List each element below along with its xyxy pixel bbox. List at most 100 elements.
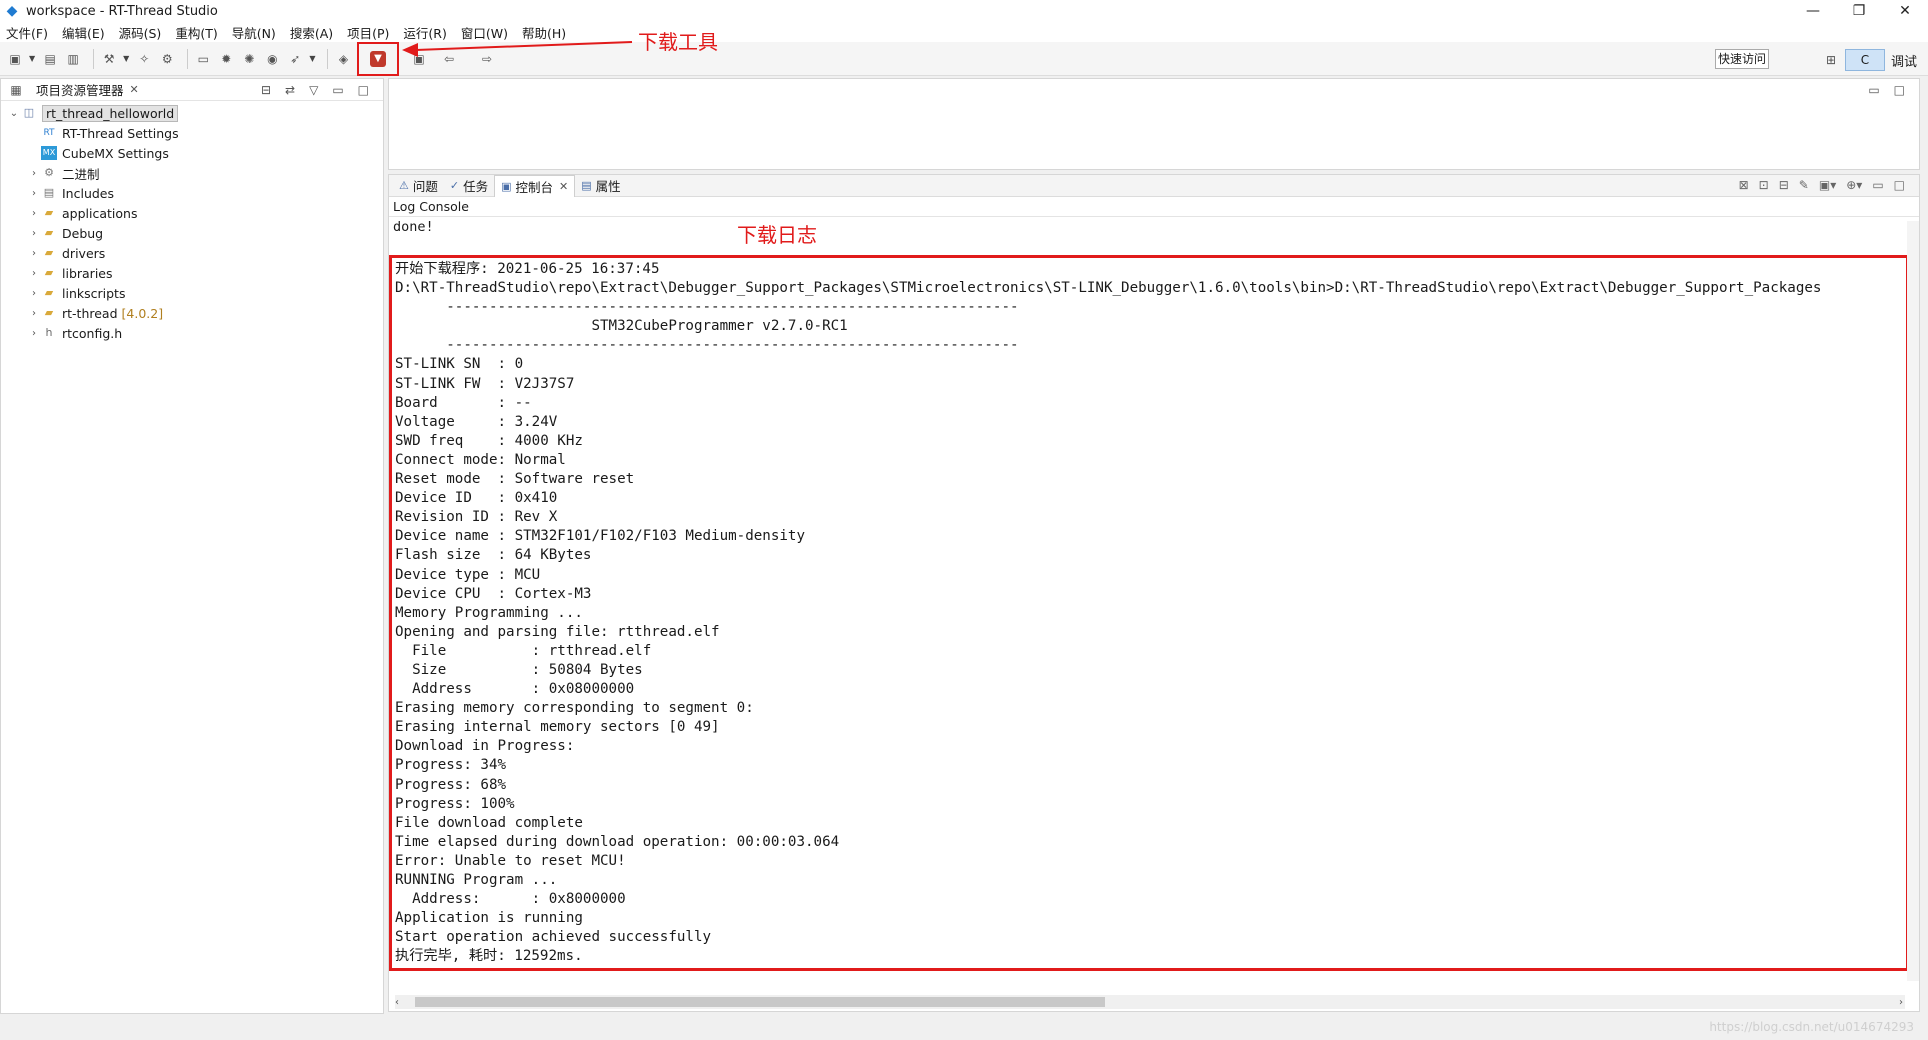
chevron-right-icon[interactable]: › [27,168,41,179]
link-editor-icon[interactable]: ⇄ [285,83,295,97]
project-explorer-header: ▦ 项目资源管理器 ✕ ⊟ ⇄ ▽ ▭ □ [1,79,383,101]
tree-item-libraries[interactable]: › ▰ libraries [1,263,383,283]
clear-console-icon[interactable]: ⊠ [1739,178,1749,192]
console-tab-bar: ⚠ 问题 ✓ 任务 ▣ 控制台 ✕ ▤ 属性 [389,174,1919,197]
minimize-button[interactable]: — [1790,0,1836,22]
save-all-icon[interactable]: ▥ [64,50,82,68]
vertical-scrollbar[interactable] [1907,221,1919,981]
scroll-right-icon[interactable]: › [1899,997,1903,1008]
chevron-down-icon[interactable]: ⌄ [7,108,21,119]
log-line: Reset mode : Software reset [395,471,635,488]
menu-file[interactable]: 文件(F) [6,23,48,42]
log-line: Application is running [395,910,583,927]
perspective-debug-button[interactable]: 调试 [1891,51,1917,70]
download-tool-button[interactable]: ▼ [357,42,399,76]
open-perspective-icon[interactable]: ⊞ [1822,51,1840,69]
menu-search[interactable]: 搜索(A) [290,23,333,42]
tree-item-rt-thread-settings[interactable]: RT RT-Thread Settings [1,123,383,143]
maximize-icon[interactable]: □ [358,83,369,97]
terminal-icon[interactable]: ▭ [194,50,212,68]
tab-label: 控制台 [515,179,554,195]
tree-item-label: Includes [62,185,115,201]
tree-item-includes[interactable]: › ▤ Includes [1,183,383,203]
tab-problems[interactable]: ⚠ 问题 [393,175,444,197]
editor-area: ▭ □ [388,78,1920,170]
word-wrap-icon[interactable]: ⊟ [1779,178,1789,192]
sdk-manager-icon[interactable]: ◈ [334,50,352,68]
clean-icon[interactable]: ✧ [135,50,153,68]
close-icon[interactable]: ✕ [559,180,568,193]
tree-item-label: 二进制 [62,166,100,182]
perspective-c-button[interactable]: C [1845,49,1885,71]
console-panel: ⚠ 问题 ✓ 任务 ▣ 控制台 ✕ ▤ 属性 ⊠ ⊡ ⊟ ✎ ▣▾ ⊕▾ ▭ □ Log … [388,174,1920,1012]
close-icon[interactable]: ✕ [130,83,139,96]
minimize-icon[interactable]: ▭ [332,83,343,97]
menu-navigate[interactable]: 导航(N) [232,23,276,42]
tree-item-cubemx-settings[interactable]: MX CubeMX Settings [1,143,383,163]
bug-icon[interactable]: ✺ [240,50,258,68]
includes-icon: ▤ [43,186,55,199]
scroll-lock-icon[interactable]: ⊡ [1759,178,1769,192]
horizontal-scrollbar[interactable]: ‹ › [395,995,1905,1009]
maximize-icon[interactable]: □ [1894,178,1905,192]
chevron-down-icon[interactable]: ▼ [123,54,129,63]
menu-refactor[interactable]: 重构(T) [175,23,217,42]
build-hammer-icon[interactable]: ⚒ [100,50,118,68]
log-line: 执行完毕, 耗时: 12592ms. [395,948,583,965]
maximize-icon[interactable]: □ [1894,83,1905,97]
tree-item-linkscripts[interactable]: › ▰ linkscripts [1,283,383,303]
log-line: Address : 0x08000000 [395,681,635,698]
chevron-right-icon[interactable]: › [27,208,41,219]
tab-console[interactable]: ▣ 控制台 ✕ [494,174,576,197]
tools-icon[interactable]: ⚙ [158,50,176,68]
log-line: Progress: 100% [395,795,515,812]
scroll-left-icon[interactable]: ‹ [395,997,399,1008]
chevron-right-icon[interactable]: › [27,328,41,339]
tree-item-rt-thread[interactable]: › ▰ rt-thread [4.0.2] [1,303,383,323]
tree-item-binaries[interactable]: › ⚙ 二进制 [1,163,383,183]
tree-item-rtconfig[interactable]: › h rtconfig.h [1,323,383,343]
tree-item-applications[interactable]: › ▰ applications [1,203,383,223]
scrollbar-thumb[interactable] [415,997,1105,1007]
folder-icon: ▰ [44,246,54,259]
pin-console-icon[interactable]: ✎ [1799,178,1809,192]
annotation-arrow [402,41,633,57]
chevron-right-icon[interactable]: › [27,188,41,199]
close-button[interactable]: ✕ [1882,0,1928,22]
save-icon[interactable]: ▤ [41,50,59,68]
menu-source[interactable]: 源码(S) [119,23,162,42]
menu-project[interactable]: 项目(P) [347,23,389,42]
chevron-right-icon[interactable]: › [27,288,41,299]
tree-item-debug[interactable]: › ▰ Debug [1,223,383,243]
tree-item-project[interactable]: ⌄ ◫ rt_thread_helloworld [1,103,383,123]
minimize-icon[interactable]: ▭ [1868,83,1879,97]
collapse-all-icon[interactable]: ⊟ [261,83,271,97]
run-icon[interactable]: ➶ [286,50,304,68]
tree-item-drivers[interactable]: › ▰ drivers [1,243,383,263]
log-line: D:\RT-ThreadStudio\repo\Extract\Debugger… [395,280,1822,297]
chevron-right-icon[interactable]: › [27,308,41,319]
log-line: Size : 50804 Bytes [395,661,643,678]
chevron-down-icon[interactable]: ▼ [309,54,315,63]
package-icon[interactable]: ◉ [263,50,281,68]
maximize-button[interactable]: ❐ [1836,0,1882,22]
minimize-icon[interactable]: ▭ [1872,178,1883,192]
chevron-right-icon[interactable]: › [27,228,41,239]
project-explorer-title: 项目资源管理器 [36,83,124,98]
folder-icon: ▰ [44,206,54,219]
display-console-icon[interactable]: ▣▾ [1819,178,1836,192]
tab-properties[interactable]: ▤ 属性 [575,175,626,197]
menu-edit[interactable]: 编辑(E) [62,23,105,42]
log-line: SWD freq : 4000 KHz [395,432,583,449]
log-line: Opening and parsing file: rtthread.elf [395,623,720,640]
tree-item-label: rt_thread_helloworld [42,104,179,122]
chevron-right-icon[interactable]: › [27,248,41,259]
tab-tasks[interactable]: ✓ 任务 [444,175,494,197]
chevron-down-icon[interactable]: ▼ [29,54,35,63]
open-console-icon[interactable]: ⊕▾ [1846,178,1862,192]
chevron-right-icon[interactable]: › [27,268,41,279]
view-menu-icon[interactable]: ▽ [309,83,318,97]
new-icon[interactable]: ▣ [6,50,24,68]
debug-icon[interactable]: ✹ [217,50,235,68]
quick-access-field[interactable]: 快速访问 [1715,49,1769,69]
